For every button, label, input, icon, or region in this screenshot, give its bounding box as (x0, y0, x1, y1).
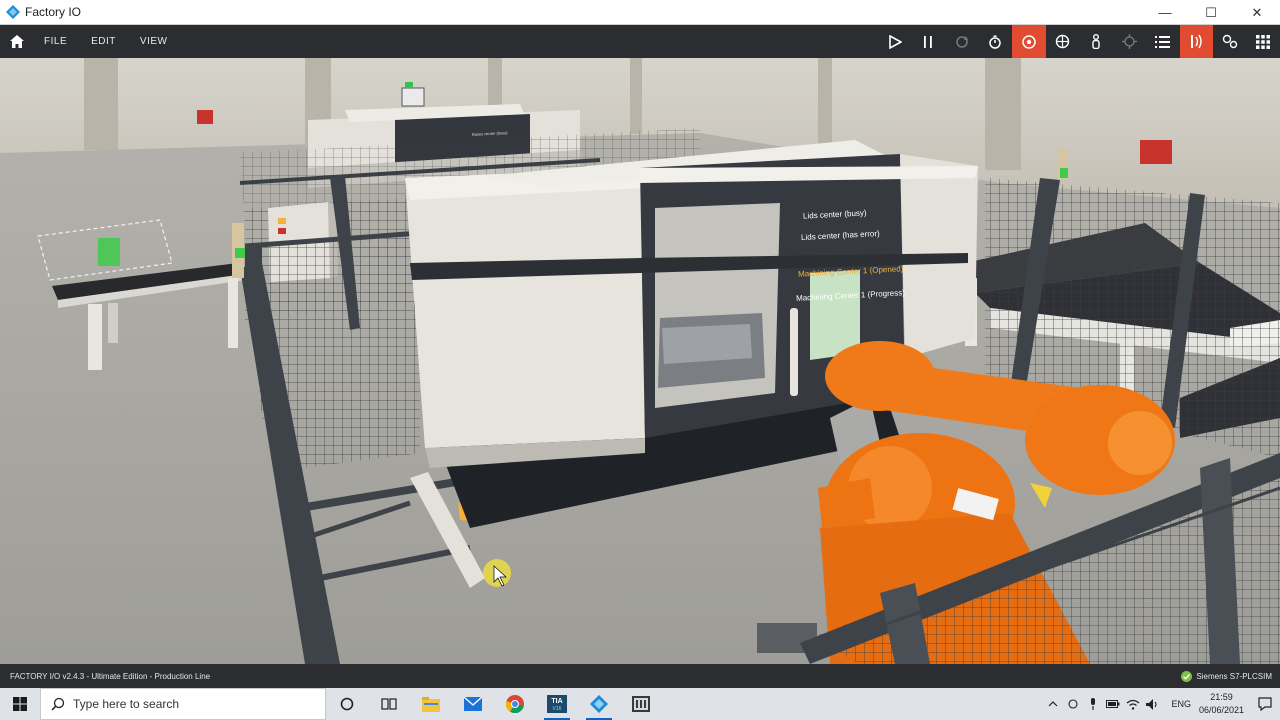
orbit-camera-button[interactable] (1012, 25, 1046, 58)
chrome-button[interactable] (494, 688, 536, 720)
maximize-button[interactable]: ☐ (1188, 0, 1234, 25)
notifications-button[interactable] (1250, 688, 1280, 720)
list-button[interactable] (1146, 25, 1180, 58)
far-monitor (401, 87, 425, 107)
fly-camera-icon (1055, 34, 1069, 49)
tray-app-button[interactable] (1063, 688, 1083, 720)
minimize-button[interactable]: — (1142, 0, 1188, 25)
menu-view[interactable]: VIEW (140, 36, 168, 47)
wifi-button[interactable] (1123, 688, 1143, 720)
pick-button[interactable] (1113, 25, 1147, 58)
chevron-up-icon (1049, 701, 1058, 707)
svg-text:V16: V16 (553, 706, 562, 712)
list-icon (1155, 35, 1171, 48)
play-icon (888, 34, 902, 49)
fly-camera-button[interactable] (1046, 25, 1080, 58)
start-button[interactable] (0, 688, 40, 720)
chrome-icon (506, 695, 524, 713)
reset-button[interactable] (945, 25, 979, 58)
tia-portal-button[interactable]: TIA V16 (536, 688, 578, 720)
app-toolbar: FILE EDIT VIEW (0, 25, 1280, 58)
plcsim-icon (632, 696, 650, 712)
close-button[interactable]: ✕ (1234, 0, 1280, 25)
notification-icon (1258, 697, 1272, 711)
far-light (405, 82, 413, 88)
timer-button[interactable] (979, 25, 1013, 58)
windows-taskbar: Type here to search TIA V16 ENG 21:59 06… (0, 688, 1280, 720)
search-placeholder: Type here to search (73, 697, 180, 711)
drivers-button[interactable] (1213, 25, 1247, 58)
pause-button[interactable] (912, 25, 946, 58)
task-view-button[interactable] (368, 688, 410, 720)
pause-icon (924, 35, 933, 48)
volume-icon (1146, 698, 1157, 710)
clock[interactable]: 21:59 06/06/2021 (1199, 691, 1244, 717)
version-text: FACTORY I/O v2.4.3 - Ultimate Edition - … (10, 671, 211, 681)
file-explorer-button[interactable] (410, 688, 452, 720)
file-explorer-icon (422, 696, 440, 712)
first-person-button[interactable] (1079, 25, 1113, 58)
volume-button[interactable] (1143, 688, 1163, 720)
microphone-button[interactable] (1083, 688, 1103, 720)
grid-icon (1256, 34, 1271, 49)
timer-icon (989, 35, 1001, 49)
factory-scene (0, 58, 1280, 664)
scene-viewport[interactable]: Bases center (busy) Lids center (busy) L… (0, 58, 1280, 664)
factory-io-icon (590, 695, 608, 713)
toolbar-icons (878, 25, 1280, 58)
mail-icon (464, 697, 482, 711)
cortana-icon (340, 697, 354, 711)
plcsim-button[interactable] (620, 688, 662, 720)
svg-text:TIA: TIA (551, 698, 562, 705)
window-title: Factory IO (25, 5, 82, 19)
windows-logo-icon (13, 697, 27, 711)
task-view-icon (381, 698, 397, 710)
language-indicator[interactable]: ENG (1171, 699, 1191, 709)
fire-alarm-box (1140, 140, 1172, 164)
menu-file[interactable]: FILE (44, 36, 67, 47)
sensors-button[interactable] (1179, 25, 1213, 58)
battery-icon (1106, 700, 1120, 708)
pick-icon (1121, 34, 1137, 49)
menu-edit[interactable]: EDIT (91, 36, 116, 47)
play-button[interactable] (878, 25, 912, 58)
home-button[interactable] (0, 25, 34, 58)
mail-button[interactable] (452, 688, 494, 720)
clock-time: 21:59 (1210, 692, 1233, 702)
home-icon (10, 35, 24, 48)
cloud-icon (1068, 699, 1078, 709)
window-controls: — ☐ ✕ (1142, 0, 1280, 25)
search-icon (51, 697, 65, 711)
taskbar-search-box[interactable]: Type here to search (40, 688, 326, 720)
window-title-bar: Factory IO — ☐ ✕ (0, 0, 1280, 25)
camera-orbit-icon (1022, 34, 1036, 49)
wifi-icon (1127, 699, 1140, 710)
sensors-icon (1191, 34, 1202, 49)
system-tray: ENG 21:59 06/06/2021 (1043, 688, 1280, 720)
check-icon (1181, 670, 1193, 682)
factory-io-logo-icon (6, 5, 20, 19)
microphone-icon (1091, 698, 1096, 710)
factory-io-button[interactable] (578, 688, 620, 720)
drivers-icon (1222, 34, 1237, 49)
driver-status[interactable]: Siemens S7-PLCSIM (1181, 664, 1272, 688)
clock-date: 06/06/2021 (1198, 705, 1244, 715)
driver-label: Siemens S7-PLCSIM (1196, 671, 1272, 681)
reset-icon (955, 35, 968, 48)
first-person-icon (1092, 34, 1100, 49)
tia-portal-icon: TIAV16 (547, 695, 567, 713)
fire-alarm-box (197, 110, 213, 124)
status-bar: FACTORY I/O v2.4.3 - Ultimate Edition - … (0, 664, 1280, 688)
show-hidden-icons-button[interactable] (1043, 688, 1063, 720)
grid-button[interactable] (1247, 25, 1280, 58)
battery-button[interactable] (1103, 688, 1123, 720)
cortana-button[interactable] (326, 688, 368, 720)
